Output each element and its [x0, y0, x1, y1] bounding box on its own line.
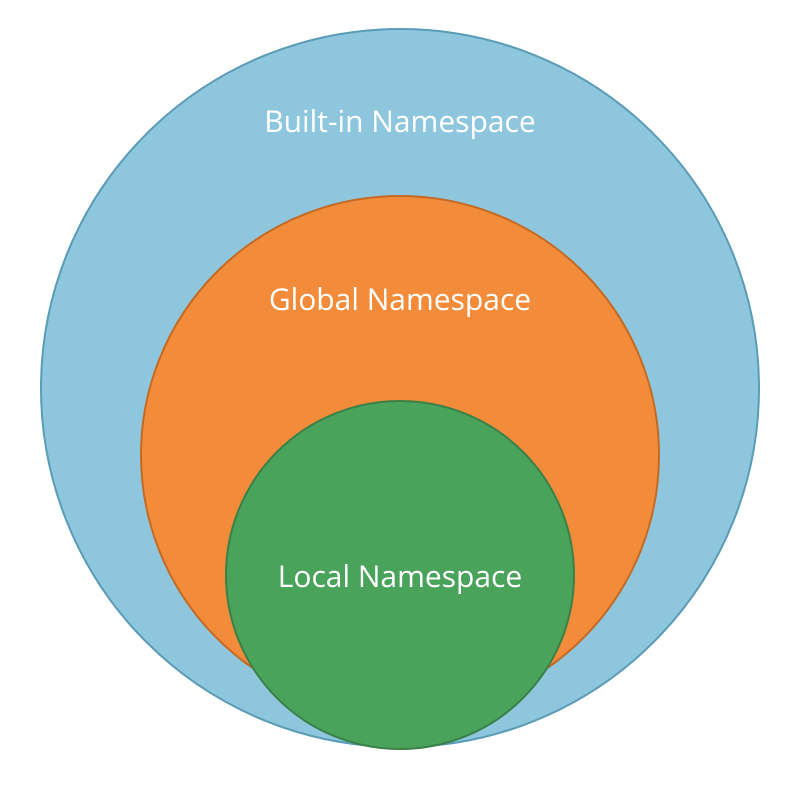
global-namespace-label: Global Namespace — [0, 278, 800, 319]
builtin-namespace-label: Built-in Namespace — [0, 100, 800, 141]
local-namespace-label: Local Namespace — [0, 555, 800, 596]
